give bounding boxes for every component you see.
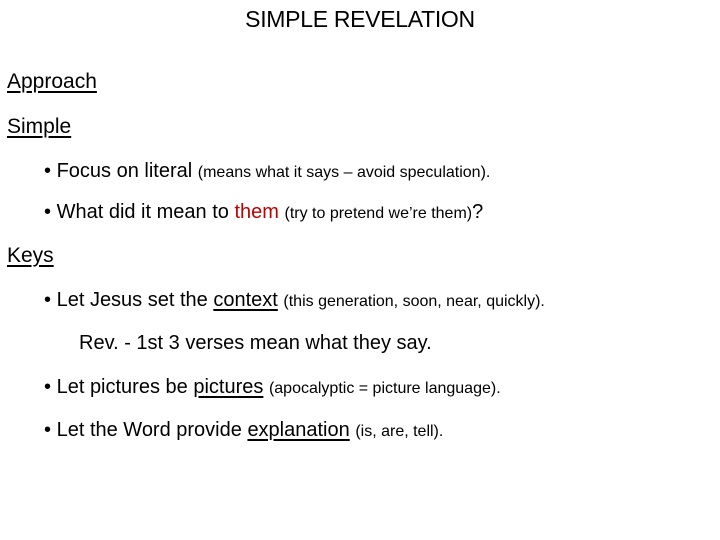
emphasis-pictures: pictures bbox=[193, 376, 264, 398]
bullet-explanation: • Let the Word provide explanation (is, … bbox=[44, 419, 443, 442]
page-title: SIMPLE REVELATION bbox=[245, 6, 475, 32]
bullet-note: (means what it says – avoid speculation)… bbox=[197, 164, 491, 181]
bullet-note: (this generation, soon, near, quickly). bbox=[283, 293, 545, 310]
emphasis-explanation: explanation bbox=[247, 419, 350, 441]
highlight-them: them bbox=[234, 201, 279, 223]
bullet-mean-to-them: • What did it mean to them (try to prete… bbox=[44, 201, 483, 224]
question-mark: ? bbox=[472, 201, 484, 223]
bullet-main: Let pictures be bbox=[56, 376, 188, 398]
bullet-main: Focus on literal bbox=[56, 160, 193, 182]
bullet-note: (is, are, tell). bbox=[355, 423, 444, 440]
sub-point-rev: Rev. - 1st 3 verses mean what they say. bbox=[79, 332, 432, 354]
bullet-main: Let Jesus set the bbox=[56, 289, 208, 311]
bullet-icon: • bbox=[44, 376, 52, 398]
heading-simple: Simple bbox=[7, 115, 72, 138]
bullet-main: What did it mean to bbox=[56, 201, 229, 223]
bullet-main: Let the Word provide bbox=[56, 419, 242, 441]
bullet-icon: • bbox=[44, 419, 52, 441]
bullet-icon: • bbox=[44, 160, 52, 182]
bullet-icon: • bbox=[44, 201, 52, 223]
bullet-icon: • bbox=[44, 289, 52, 311]
bullet-pictures: • Let pictures be pictures (apocalyptic … bbox=[44, 376, 501, 399]
bullet-note: (apocalyptic = picture language). bbox=[268, 380, 501, 397]
heading-keys: Keys bbox=[7, 244, 54, 267]
heading-approach: Approach bbox=[7, 70, 97, 93]
bullet-context: • Let Jesus set the context (this genera… bbox=[44, 289, 545, 312]
bullet-note: (try to pretend we’re them) bbox=[284, 205, 473, 222]
bullet-focus-literal: • Focus on literal (means what it says –… bbox=[44, 160, 490, 183]
emphasis-context: context bbox=[213, 289, 278, 311]
